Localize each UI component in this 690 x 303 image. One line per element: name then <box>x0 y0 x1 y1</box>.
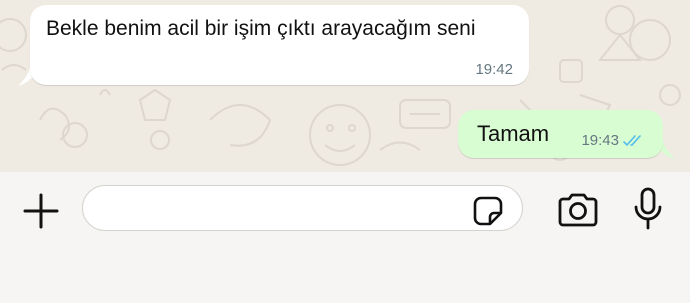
incoming-message-text: Bekle benim acil bir işim çıktı arayacağ… <box>46 17 476 40</box>
camera-button[interactable] <box>553 188 603 232</box>
message-composer <box>0 172 690 303</box>
outgoing-message-meta: 19:43 <box>581 132 643 150</box>
message-input[interactable] <box>82 185 523 231</box>
voice-message-button[interactable] <box>628 184 668 234</box>
sticker-icon <box>473 196 503 226</box>
camera-icon <box>558 193 598 227</box>
read-double-check-icon <box>623 135 641 147</box>
outgoing-message-text: Tamam <box>477 121 550 146</box>
chat-area[interactable]: Bekle benim acil bir işim çıktı arayacağ… <box>0 0 690 172</box>
plus-icon <box>23 193 59 229</box>
microphone-icon <box>634 187 662 230</box>
incoming-message-bubble[interactable]: Bekle benim acil bir işim çıktı arayacağ… <box>30 5 529 85</box>
outgoing-message-time: 19:43 <box>581 132 619 149</box>
sticker-button[interactable] <box>470 194 506 228</box>
outgoing-message-bubble[interactable]: Tamam 19:43 <box>458 110 663 158</box>
incoming-message-time: 19:42 <box>475 61 513 78</box>
attach-button[interactable] <box>20 190 62 232</box>
